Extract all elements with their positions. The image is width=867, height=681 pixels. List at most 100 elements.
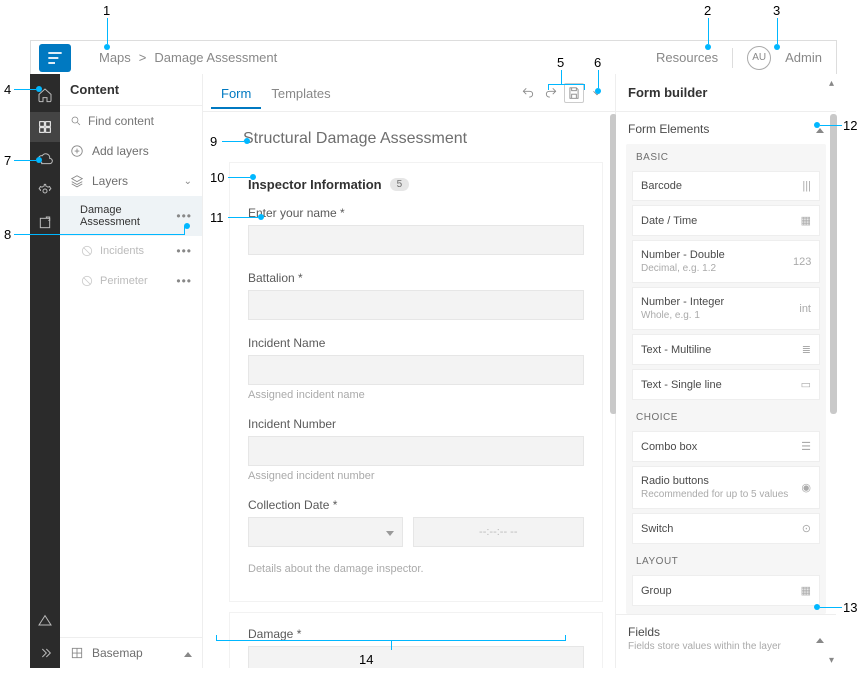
element-datetime[interactable]: Date / Time▦ [632,205,820,236]
field-incident-number[interactable]: Incident Number Assigned incident number [248,417,584,482]
scroll-down-arrow[interactable]: ▾ [829,655,834,666]
element-barcode[interactable]: Barcode||| [632,171,820,201]
divider [732,48,733,68]
category-layout: LAYOUT [626,548,826,571]
field-label: Battalion * [248,271,584,285]
layer-item-incidents[interactable]: Incidents ••• [60,236,202,266]
field-incident-name[interactable]: Incident Name Assigned incident name [248,336,584,401]
layer-menu-icon[interactable]: ••• [176,244,192,258]
add-layers-button[interactable]: Add layers [60,136,202,166]
category-choice: CHOICE [626,404,826,427]
fields-title: Fields [628,625,781,639]
field-battalion[interactable]: Battalion * [248,271,584,320]
calendar-icon: ▦ [793,214,811,227]
layer-item-damage-assessment[interactable]: Damage Assessment ••• [60,196,202,236]
disabled-icon [80,244,94,258]
text-input[interactable] [248,436,584,466]
builder-title: Form builder [616,74,836,112]
save-dropdown[interactable] [587,83,607,103]
layer-label: Perimeter [100,275,148,287]
basemap-icon [70,646,84,660]
field-label: Incident Name [248,336,584,350]
rail-settings-icon[interactable] [30,176,60,206]
layer-item-perimeter[interactable]: Perimeter ••• [60,266,202,296]
fields-section[interactable]: Fields Fields store values within the la… [616,614,836,662]
element-radio[interactable]: Radio buttonsRecommended for up to 5 val… [632,466,820,509]
element-group[interactable]: Group▦ [632,575,820,606]
field-collection-date[interactable]: Collection Date * --:--:-- -- [248,498,584,547]
multiline-icon: ≣ [793,343,811,356]
form-elements-label: Form Elements [628,122,709,136]
integer-icon: int [793,303,811,315]
field-hint: Assigned incident number [248,470,584,482]
plus-icon [70,144,84,158]
element-number-double[interactable]: Number - DoubleDecimal, e.g. 1.2123 [632,240,820,283]
fields-subtitle: Fields store values within the layer [628,641,781,652]
topbar: Maps > Damage Assessment Resources AU Ad… [30,40,837,74]
undo-button[interactable] [518,83,538,103]
rail-notify-icon[interactable] [30,606,60,636]
breadcrumb-root[interactable]: Maps [99,50,131,65]
form-title[interactable]: Structural Damage Assessment [243,130,603,148]
field-enter-name[interactable]: Enter your name * [248,206,584,255]
search-input[interactable] [88,114,192,128]
field-label: Incident Number [248,417,584,431]
group-helper: Details about the damage inspector. [248,563,584,575]
scroll-up-arrow[interactable]: ▴ [829,78,834,89]
avatar[interactable]: AU [747,46,771,70]
rail-offline-icon[interactable] [30,144,60,174]
switch-icon: ⊙ [793,522,811,535]
form-builder-panel: Form builder Form Elements BASIC Barcode… [616,74,836,668]
search-icon [70,114,82,128]
app-logo-icon[interactable] [39,44,71,72]
text-input[interactable] [248,355,584,385]
layers-header[interactable]: Layers ⌄ [60,166,202,196]
text-input[interactable] [248,290,584,320]
rail-share-icon[interactable] [30,208,60,238]
content-title: Content [60,74,202,106]
date-dropdown[interactable] [248,517,403,547]
element-text-multiline[interactable]: Text - Multiline≣ [632,334,820,365]
field-label: Collection Date * [248,498,584,512]
text-input[interactable] [248,225,584,255]
time-input[interactable]: --:--:-- -- [413,517,584,547]
form-elements-list: BASIC Barcode||| Date / Time▦ Number - D… [626,144,826,614]
breadcrumb-leaf[interactable]: Damage Assessment [154,50,277,65]
tab-form[interactable]: Form [211,76,261,109]
element-combobox[interactable]: Combo box☰ [632,431,820,462]
basemap-row[interactable]: Basemap [60,637,202,668]
save-button[interactable] [564,83,584,103]
number-icon: 123 [793,256,811,268]
resources-link[interactable]: Resources [656,50,718,65]
breadcrumb-separator: > [139,50,147,65]
combo-icon: ☰ [793,440,811,453]
group-title: Inspector Information [248,177,382,192]
chevron-up-icon [184,646,192,660]
text-input[interactable] [248,646,584,668]
form-group-inspector[interactable]: Inspector Information 5 Enter your name … [229,162,603,602]
add-layers-label: Add layers [92,144,149,158]
layer-menu-icon[interactable]: ••• [176,274,192,288]
layer-label: Damage Assessment [80,204,168,228]
barcode-icon: ||| [793,180,811,192]
element-switch[interactable]: Switch⊙ [632,513,820,544]
element-number-integer[interactable]: Number - IntegerWhole, e.g. 1int [632,287,820,330]
rail-collapse-icon[interactable] [30,638,60,668]
rail-content-icon[interactable] [30,112,60,142]
builder-scrollbar[interactable] [830,114,837,414]
layers-label: Layers [92,174,128,188]
tab-templates[interactable]: Templates [261,76,340,109]
chevron-up-icon [816,122,824,136]
form-elements-header[interactable]: Form Elements [616,112,836,144]
basemap-label: Basemap [92,646,143,660]
element-text-singleline[interactable]: Text - Single line▭ [632,369,820,400]
category-basic: BASIC [626,144,826,167]
singleline-icon: ▭ [793,378,811,391]
layer-menu-icon[interactable]: ••• [176,209,192,223]
redo-button[interactable] [541,83,561,103]
admin-label[interactable]: Admin [785,50,822,65]
field-hint: Assigned incident name [248,389,584,401]
form-group-damage[interactable]: Damage * [229,612,603,668]
rail-home-icon[interactable] [30,80,60,110]
layers-icon [70,174,84,188]
